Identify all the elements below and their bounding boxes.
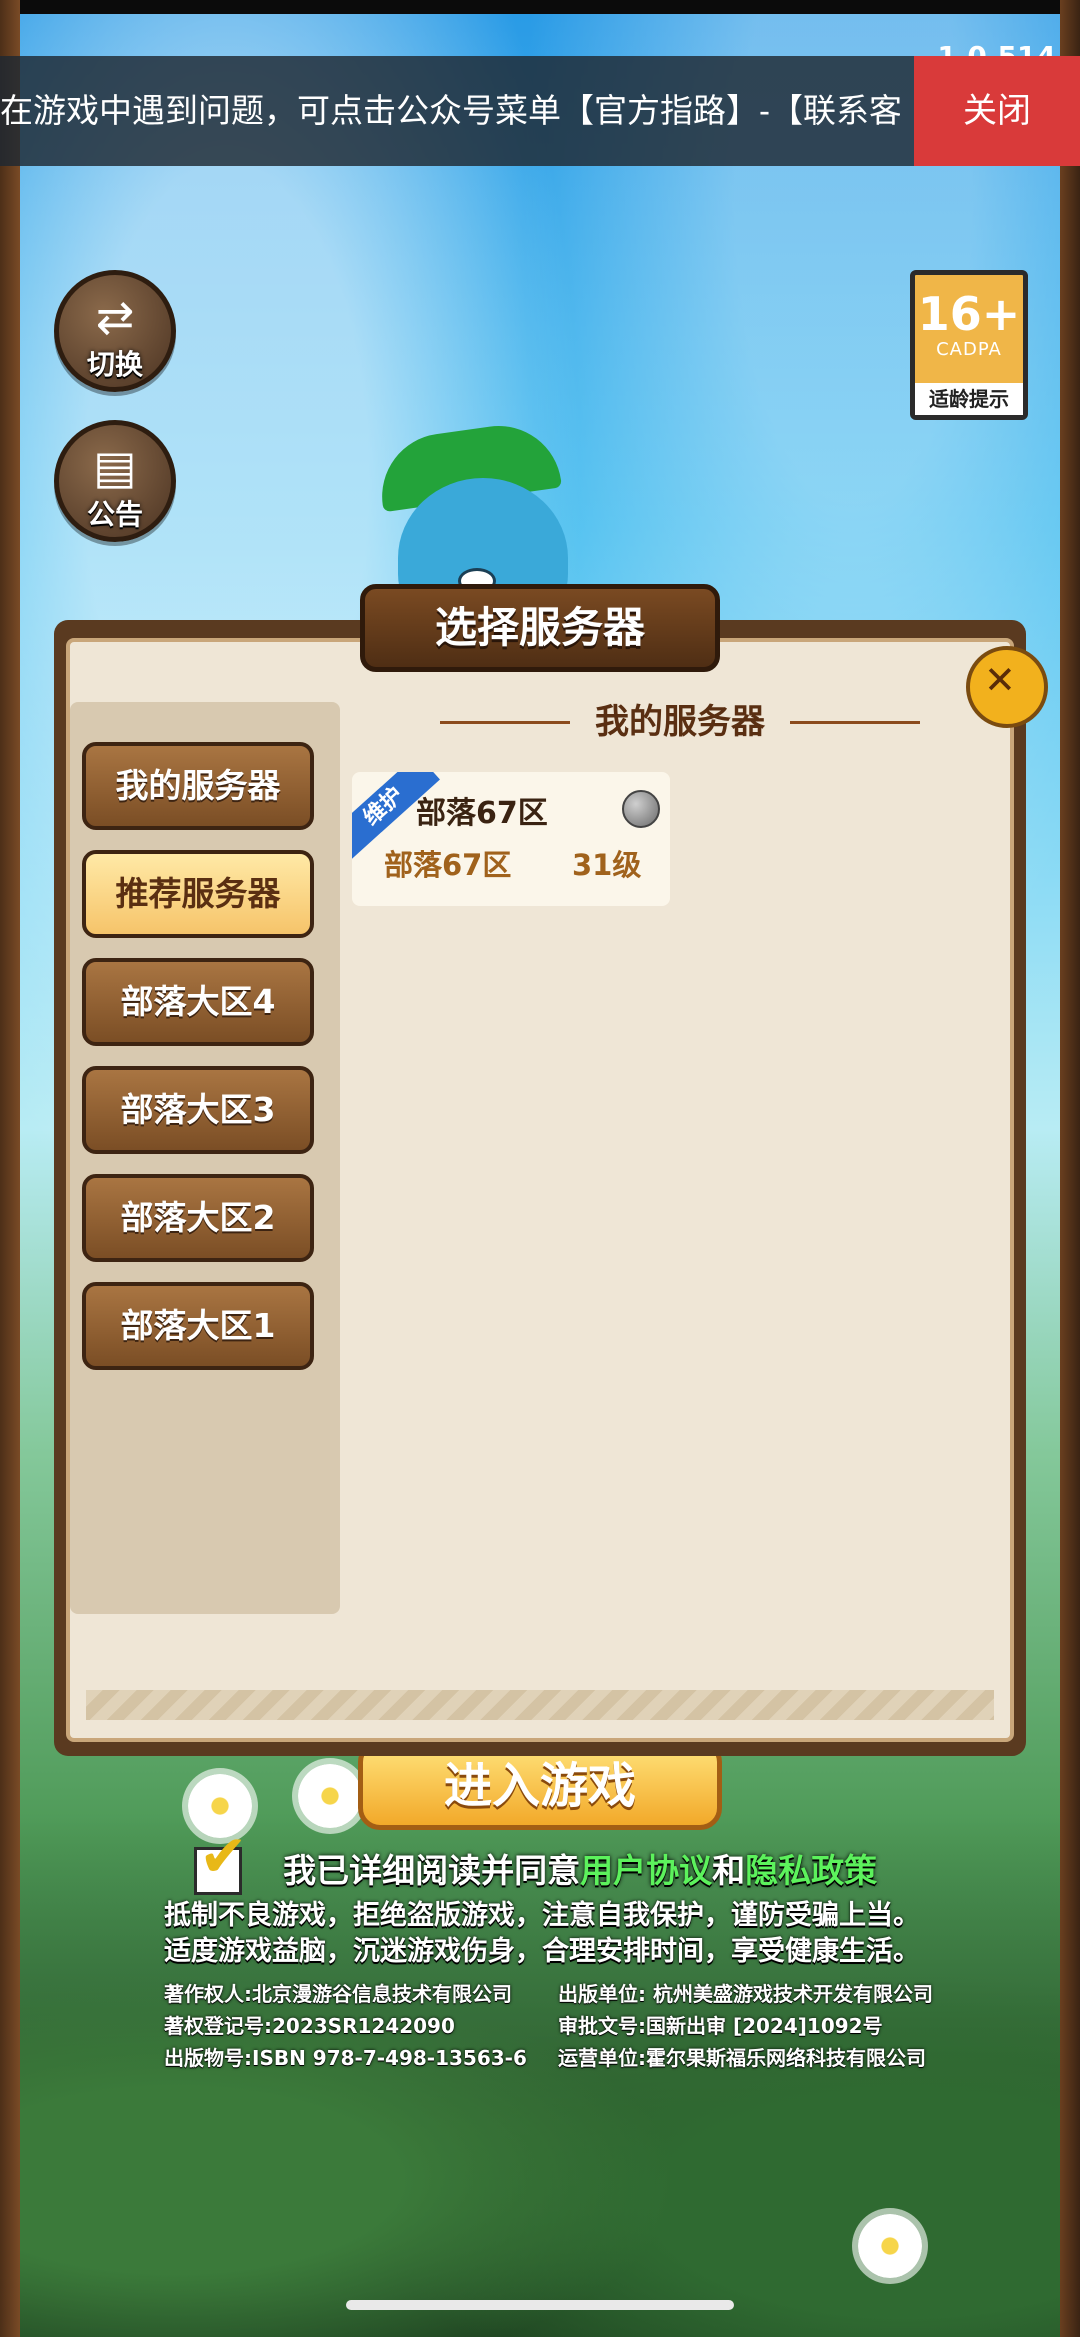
- banner-text: 在游戏中遇到问题，可点击公众号菜单【官方指路】-【联系客服】: [0, 92, 900, 129]
- bell-glyph: ✕: [984, 658, 1016, 702]
- copyright-holder: 著作权人:北京漫游谷信息技术有限公司: [164, 1982, 512, 2006]
- tab-my-servers[interactable]: 我的服务器: [82, 742, 314, 830]
- right-frame: [1060, 0, 1080, 2337]
- tab-region-2[interactable]: 部落大区2: [82, 1174, 314, 1262]
- registration-number: 著权登记号:2023SR1242090: [164, 2014, 455, 2038]
- health-notice-line-1: 抵制不良游戏，拒绝盗版游戏，注意自我保护，谨防受骗上当。: [164, 1900, 920, 1931]
- user-agreement-link[interactable]: 用户协议: [580, 1851, 712, 1890]
- credits-right-column: 出版单位: 杭州美盛游戏技术开发有限公司 审批文号:国新出审 [2024]109…: [558, 1978, 933, 2074]
- banner-close-button[interactable]: 关闭: [914, 56, 1080, 166]
- panel-title: 选择服务器: [360, 584, 720, 672]
- flower-decoration: [858, 2214, 922, 2278]
- notice-board-icon: ▤: [93, 440, 137, 494]
- server-card[interactable]: 维护 部落67区 部落67区 31级: [352, 772, 670, 906]
- publisher: 出版单位: 杭州美盛游戏技术开发有限公司: [558, 1982, 933, 2006]
- health-notice: 抵制不良游戏，拒绝盗版游戏，注意自我保护，谨防受骗上当。 适度游戏益脑，沉迷游戏…: [164, 1898, 920, 1970]
- agreement-row: ✔ 我已详细阅读并同意用户协议和隐私政策: [194, 1827, 877, 1899]
- character-server: 部落67区: [384, 848, 512, 882]
- age-rating-org: CADPA: [936, 339, 1002, 360]
- section-divider-right: [790, 721, 920, 724]
- tab-region-4[interactable]: 部落大区4: [82, 958, 314, 1046]
- agreement-checkbox[interactable]: ✔: [194, 1827, 248, 1895]
- switch-account-button[interactable]: ⇄ 切换: [54, 270, 176, 392]
- health-notice-line-2: 适度游戏益脑，沉迷游戏伤身，合理安排时间，享受健康生活。: [164, 1936, 920, 1967]
- swap-arrows-icon: ⇄: [95, 290, 135, 344]
- section-divider-left: [440, 721, 570, 724]
- left-frame: [0, 0, 20, 2337]
- close-panel-bell-icon[interactable]: ✕: [966, 636, 1048, 746]
- announcement-button[interactable]: ▤ 公告: [54, 420, 176, 542]
- tab-region-1[interactable]: 部落大区1: [82, 1282, 314, 1370]
- privacy-policy-link[interactable]: 隐私政策: [745, 1851, 877, 1890]
- notice-banner: 在游戏中遇到问题，可点击公众号菜单【官方指路】-【联系客服】 关闭: [0, 56, 1080, 166]
- switch-label: 切换: [86, 348, 143, 381]
- server-name: 部落67区: [416, 796, 548, 831]
- character-level: 31级: [572, 848, 642, 882]
- tab-recommended-servers[interactable]: 推荐服务器: [82, 850, 314, 938]
- checkmark-icon: ✔: [199, 1821, 248, 1890]
- tab-region-3[interactable]: 部落大区3: [82, 1066, 314, 1154]
- age-rating-hint: 适龄提示: [915, 383, 1023, 415]
- section-header: 我的服务器: [440, 692, 920, 752]
- age-rating-badge[interactable]: 16+ CADPA 适龄提示: [910, 270, 1028, 420]
- server-category-sidebar: 我的服务器 推荐服务器 部落大区4 部落大区3 部落大区2 部落大区1: [70, 702, 340, 1614]
- section-title: 我的服务器: [595, 702, 765, 742]
- home-indicator[interactable]: [346, 2300, 734, 2310]
- panel-bottom-decoration: [86, 1690, 994, 1720]
- credits-left-column: 著作权人:北京漫游谷信息技术有限公司 著权登记号:2023SR1242090 出…: [164, 1978, 527, 2074]
- operator: 运营单位:霍尔果斯福乐网络科技有限公司: [558, 2046, 926, 2070]
- agreement-and: 和: [712, 1850, 746, 1890]
- isbn: 出版物号:ISBN 978-7-498-13563-6: [164, 2046, 527, 2070]
- agreement-text: 我已详细阅读并同意用户协议和隐私政策: [283, 1843, 877, 1899]
- agreement-prefix: 我已详细阅读并同意: [283, 1850, 581, 1890]
- approval-number: 审批文号:国新出审 [2024]1092号: [558, 2014, 883, 2038]
- server-status-icon: [622, 790, 660, 828]
- announcement-label: 公告: [86, 498, 143, 531]
- flower-decoration: [298, 1764, 362, 1828]
- age-rating-value: 16+: [917, 287, 1021, 341]
